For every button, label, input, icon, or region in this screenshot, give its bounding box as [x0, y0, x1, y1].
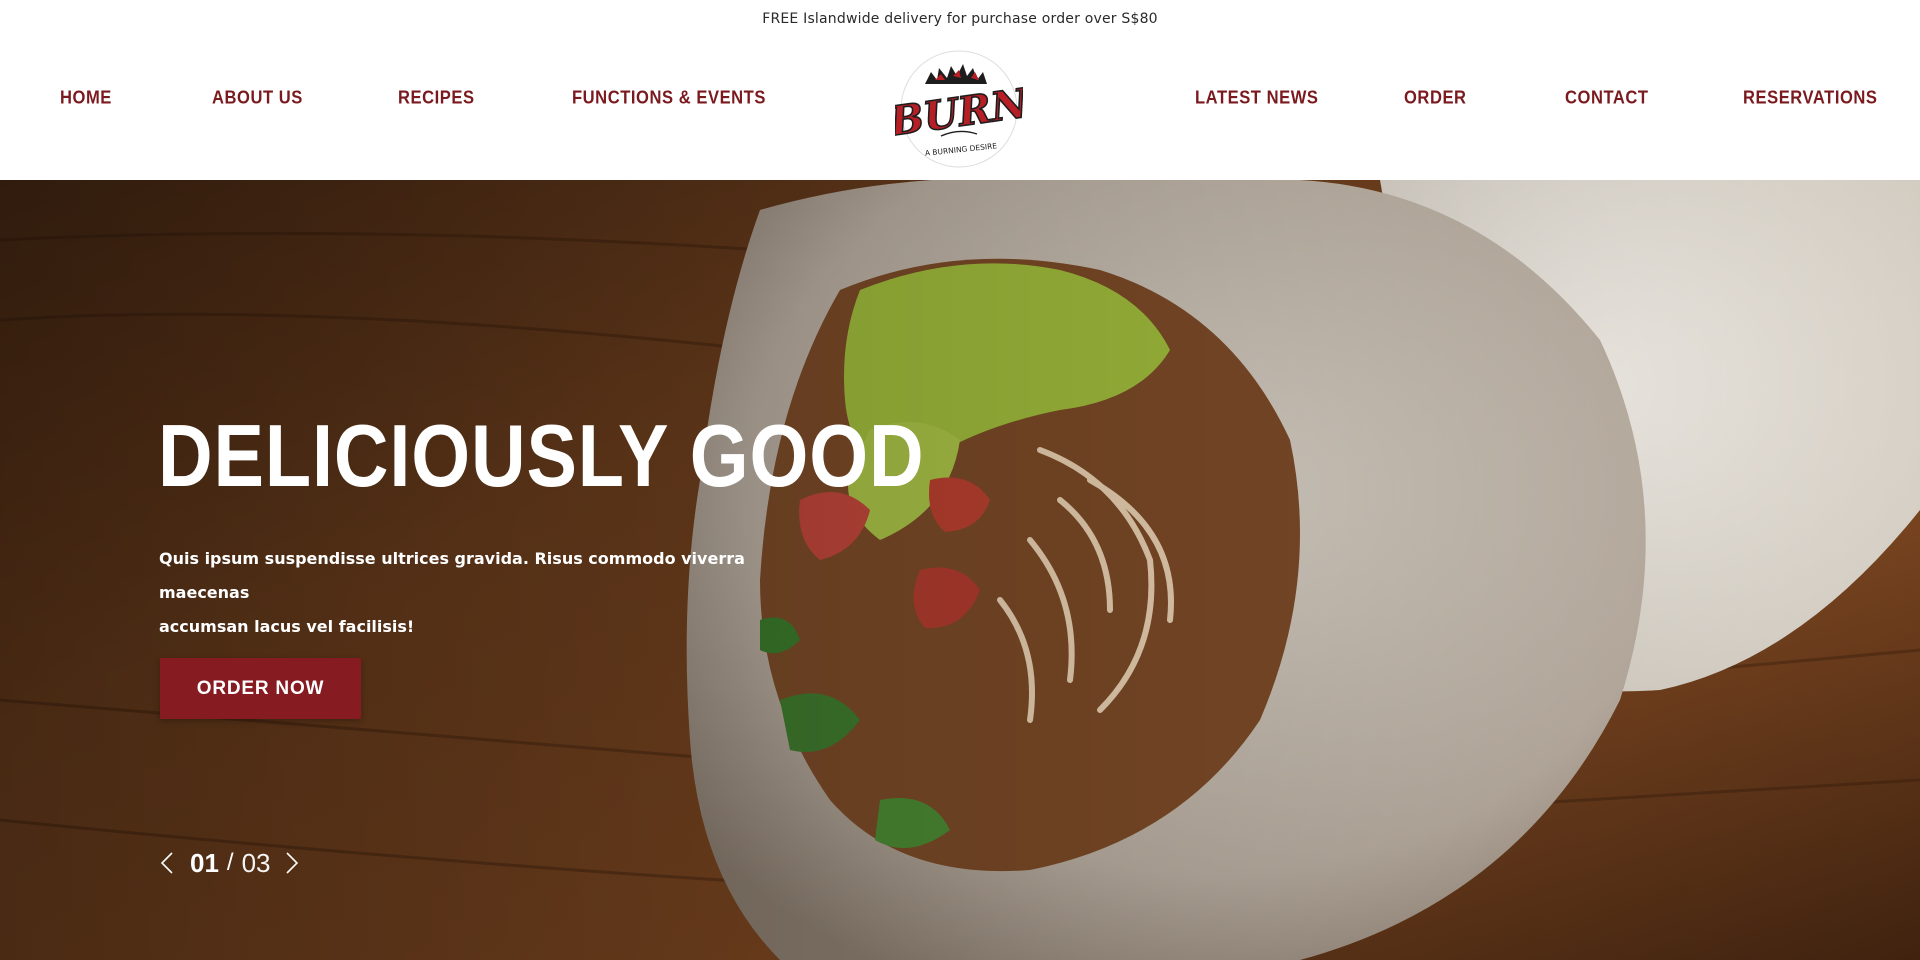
order-now-button[interactable]: ORDER NOW: [160, 658, 361, 719]
nav-about-us[interactable]: ABOUT US: [212, 88, 311, 109]
site-header: HOME ABOUT US RECIPES FUNCTIONS & EVENTS…: [0, 38, 1920, 180]
slide-current: 01: [190, 847, 219, 878]
hero-title: DELICIOUSLY GOOD: [158, 406, 925, 505]
brand-logo[interactable]: BURN A BURNING DESIRE: [895, 50, 1023, 168]
slide-total: 03: [241, 847, 271, 878]
slide-separator: /: [226, 849, 234, 876]
nav-reservations[interactable]: RESERVATIONS: [1743, 88, 1889, 109]
nav-recipes[interactable]: RECIPES: [398, 88, 481, 109]
hero-slider: DELICIOUSLY GOOD Quis ipsum suspendisse …: [0, 180, 1920, 960]
slide-pager: 01 / 03: [156, 848, 303, 878]
nav-home[interactable]: HOME: [60, 88, 116, 109]
nav-contact[interactable]: CONTACT: [1565, 88, 1656, 109]
nav-functions-events[interactable]: FUNCTIONS & EVENTS: [572, 88, 783, 109]
chevron-left-icon[interactable]: [156, 848, 178, 878]
hero-subtitle: Quis ipsum suspendisse ultrices gravida.…: [159, 549, 745, 636]
announcement-bar: FREE Islandwide delivery for purchase or…: [0, 0, 1920, 38]
chevron-right-icon[interactable]: [281, 848, 303, 878]
nav-latest-news[interactable]: LATEST NEWS: [1195, 88, 1329, 109]
burn-logo-icon: BURN A BURNING DESIRE: [895, 50, 1023, 168]
announcement-text: FREE Islandwide delivery for purchase or…: [762, 11, 1158, 27]
nav-order[interactable]: ORDER: [1404, 88, 1472, 109]
